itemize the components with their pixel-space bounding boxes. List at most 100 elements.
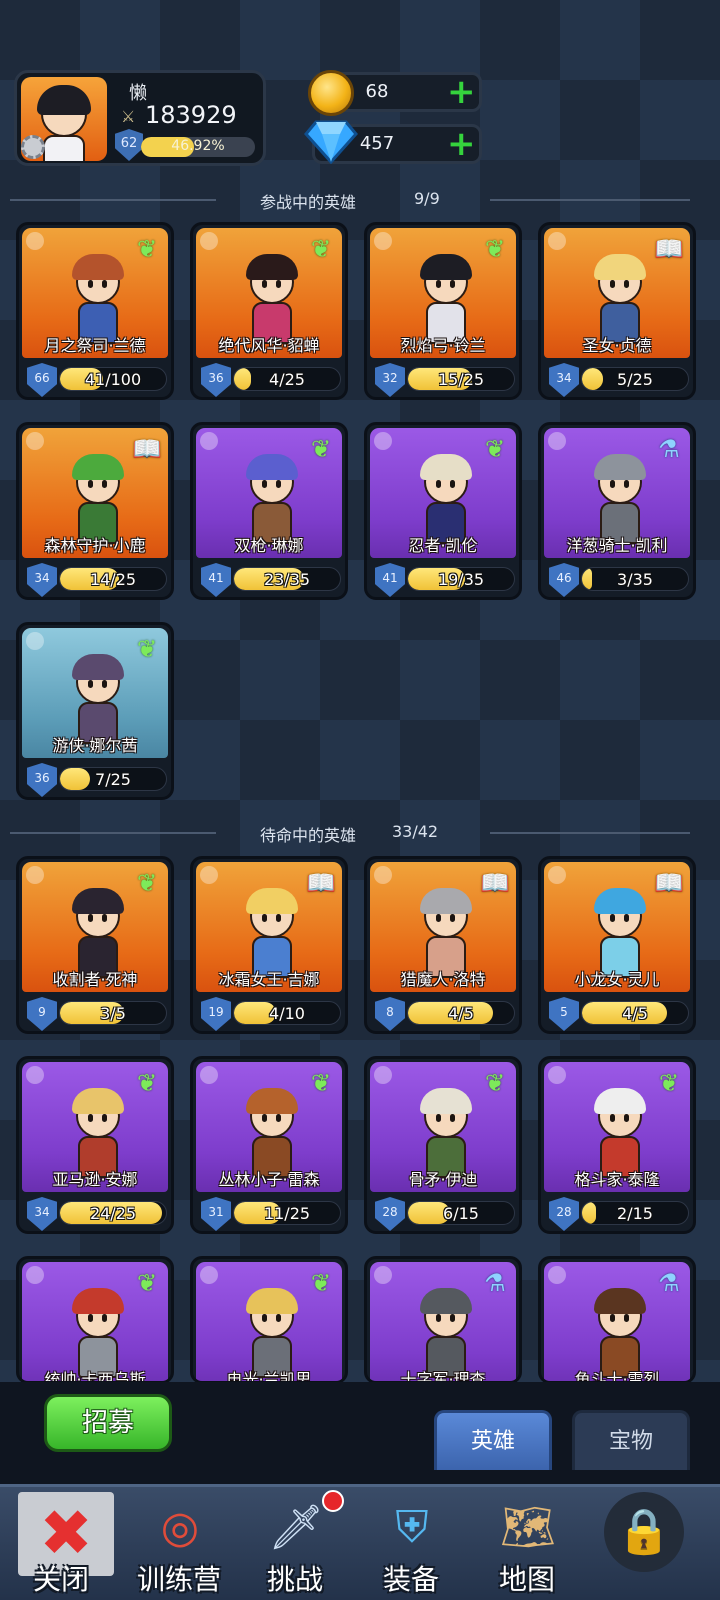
nav-challenge[interactable]: 🗡 挑战: [240, 1490, 350, 1596]
hero-portrait: ⚗ 洋葱骑士·凯利: [544, 428, 690, 558]
nav-training-camp[interactable]: ◎ 训练营: [124, 1492, 234, 1596]
target-icon: ◎: [160, 1502, 200, 1553]
hero-portrait: ❦ 统帅·卡西乌斯: [22, 1262, 168, 1381]
wing-icon: ❦: [136, 869, 158, 897]
lock-icon: 🔒: [604, 1492, 684, 1572]
hero-shard-progress-bar: 3/35: [581, 567, 689, 591]
hero-shard-progress-text: 3/35: [617, 570, 653, 589]
wing-icon: ❦: [310, 1069, 332, 1097]
nav-locked[interactable]: 🔒: [590, 1492, 700, 1596]
player-profile-panel[interactable]: 懒 ⚔ 183929 62 46.92%: [14, 70, 266, 166]
hero-name: 圣女·贞德: [582, 336, 652, 355]
hero-card[interactable]: 📖 冰霜女王·吉娜 19 4/10: [190, 856, 348, 1034]
book-icon: 📖: [132, 435, 162, 463]
hero-level-badge: 8: [375, 997, 405, 1031]
hero-card[interactable]: ❦ 亚马逊·安娜 34 24/25: [16, 1056, 174, 1234]
hero-card[interactable]: ❦ 月之祭司·兰德 66 41/100: [16, 222, 174, 400]
hero-card[interactable]: ❦ 丛林小子·雷森 31 11/25: [190, 1056, 348, 1234]
hero-card[interactable]: ❦ 烈焰弓·铃兰 32 15/25: [364, 222, 522, 400]
divider-line: [490, 832, 690, 834]
settings-gear-icon[interactable]: [21, 135, 45, 159]
hero-level-badge: 34: [27, 1197, 57, 1231]
sword-icon: 🗡: [268, 1502, 324, 1553]
wing-icon: ❦: [310, 1269, 332, 1297]
hero-name: 收割者·死神: [52, 970, 138, 989]
add-gold-button[interactable]: +: [447, 75, 476, 109]
nav-equipment[interactable]: ⛨ 装备: [356, 1492, 466, 1596]
hero-level-badge: 28: [549, 1197, 579, 1231]
wing-icon: ❦: [484, 435, 506, 463]
hero-card[interactable]: ❦ 双枪·琳娜 41 23/35: [190, 422, 348, 600]
hero-portrait: 📖 圣女·贞德: [544, 228, 690, 358]
player-level-badge: 62: [115, 129, 143, 161]
hero-portrait: ❦ 月之祭司·兰德: [22, 228, 168, 358]
hero-portrait: 📖 猎魔人·洛特: [370, 862, 516, 992]
hero-shard-progress-bar: 19/35: [407, 567, 515, 591]
player-xp-text: 46.92%: [171, 138, 225, 154]
hero-name: 洋葱骑士·凯利: [566, 536, 668, 555]
hero-shard-progress-bar: 15/25: [407, 367, 515, 391]
hero-card[interactable]: 📖 小龙女·灵儿 5 4/5: [538, 856, 696, 1034]
hero-level-badge: 9: [27, 997, 57, 1031]
nav-label: 关闭: [32, 1563, 89, 1596]
hero-shard-progress-bar: 24/25: [59, 1201, 167, 1225]
active-section-count: 9/9: [414, 189, 440, 208]
hero-card[interactable]: ❦ 绝代风华·貂蝉 36 4/25: [190, 222, 348, 400]
hero-card[interactable]: 📖 猎魔人·洛特 8 4/5: [364, 856, 522, 1034]
hero-card[interactable]: ❦ 统帅·卡西乌斯: [16, 1256, 174, 1384]
hero-card[interactable]: ❦ 游侠·娜尔茜 36 7/25: [16, 622, 174, 800]
hero-card[interactable]: ❦ 骨矛·伊迪 28 6/15: [364, 1056, 522, 1234]
hero-name: 游侠·娜尔茜: [52, 736, 138, 755]
hero-card[interactable]: 📖 圣女·贞德 34 5/25: [538, 222, 696, 400]
hero-level-badge: 46: [549, 563, 579, 597]
hero-shard-progress-text: 23/35: [263, 570, 311, 589]
hero-card[interactable]: ❦ 格斗家·泰隆 28 2/15: [538, 1056, 696, 1234]
hero-level-badge: 28: [375, 1197, 405, 1231]
hero-name: 格斗家·泰隆: [574, 1170, 660, 1189]
hero-card[interactable]: 📖 森林守护·小鹿 34 14/25: [16, 422, 174, 600]
nav-label: 地图: [498, 1563, 555, 1596]
hero-card[interactable]: ⚗ 角斗士·雷烈: [538, 1256, 696, 1384]
wing-icon: ❦: [310, 435, 332, 463]
hero-portrait: 📖 冰霜女王·吉娜: [196, 862, 342, 992]
hero-shard-progress-text: 24/25: [89, 1204, 137, 1223]
hero-level-badge: 41: [375, 563, 405, 597]
hero-shard-progress-text: 19/35: [437, 570, 485, 589]
hero-level-badge: 66: [27, 363, 57, 397]
tab-treasure[interactable]: 宝物: [572, 1410, 690, 1470]
hero-shard-progress-bar: 4/5: [581, 1001, 689, 1025]
hero-shard-progress-bar: 14/25: [59, 567, 167, 591]
hero-shard-progress-bar: 11/25: [233, 1201, 341, 1225]
hero-card[interactable]: ⚗ 十字军·理查: [364, 1256, 522, 1384]
active-section-label: 参战中的英雄: [260, 193, 357, 212]
nav-map[interactable]: 🗺 地图: [472, 1492, 582, 1596]
add-gems-button[interactable]: +: [447, 127, 476, 161]
tab-heroes[interactable]: 英雄: [434, 1410, 552, 1470]
hero-shard-progress-bar: 7/25: [59, 767, 167, 791]
hero-portrait: ⚗ 十字军·理查: [370, 1262, 516, 1381]
book-icon: 📖: [306, 869, 336, 897]
hero-card[interactable]: ❦ 收割者·死神 9 3/5: [16, 856, 174, 1034]
map-icon: 🗺: [500, 1502, 556, 1553]
hero-portrait: ❦ 骨矛·伊迪: [370, 1062, 516, 1192]
hero-card[interactable]: ⚗ 洋葱骑士·凯利 46 3/35: [538, 422, 696, 600]
reserve-section-label: 待命中的英雄: [260, 826, 357, 845]
recruit-button[interactable]: 招募: [44, 1394, 172, 1452]
hero-shard-progress-text: 7/25: [95, 770, 131, 789]
wing-icon: ❦: [310, 235, 332, 263]
hero-name: 亚马逊·安娜: [52, 1170, 138, 1189]
divider-line: [10, 199, 216, 201]
power-swords-icon: ⚔: [121, 107, 136, 126]
hero-portrait: ❦ 电光·兰凯思: [196, 1262, 342, 1381]
hero-shard-progress-text: 4/5: [448, 1004, 474, 1023]
book-icon: 📖: [480, 869, 510, 897]
hero-name: 月之祭司·兰德: [44, 336, 146, 355]
hero-name: 烈焰弓·铃兰: [400, 336, 486, 355]
hero-name: 丛林小子·雷森: [218, 1170, 320, 1189]
notification-dot: [322, 1490, 344, 1512]
hero-shard-progress-text: 6/15: [443, 1204, 479, 1223]
hero-portrait: 📖 小龙女·灵儿: [544, 862, 690, 992]
hero-card[interactable]: ❦ 忍者·凯伦 41 19/35: [364, 422, 522, 600]
hero-card[interactable]: ❦ 电光·兰凯思: [190, 1256, 348, 1384]
nav-close[interactable]: ✖ 关闭: [6, 1492, 116, 1596]
